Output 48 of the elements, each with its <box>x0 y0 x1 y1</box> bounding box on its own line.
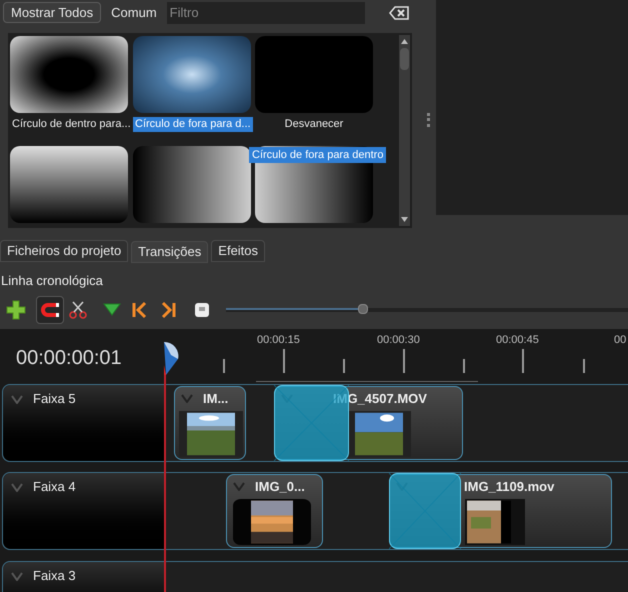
collapse-icon[interactable] <box>11 483 23 492</box>
ruler-label: 00 <box>614 333 626 348</box>
clip[interactable]: IM... <box>174 386 246 460</box>
collapse-icon[interactable] <box>11 572 23 581</box>
collapse-icon[interactable] <box>11 395 23 404</box>
transition-thumbnail[interactable] <box>10 36 128 113</box>
center-playhead-icon[interactable] <box>192 300 212 320</box>
tooltip: Círculo de fora para dentro <box>249 147 386 163</box>
track-name: Faixa 5 <box>33 390 76 408</box>
filter-field[interactable]: Filtro <box>166 2 365 24</box>
resize-handle[interactable] <box>426 113 430 127</box>
magnet-icon <box>40 303 60 317</box>
scroll-up-icon[interactable] <box>401 39 408 44</box>
snap-button[interactable] <box>36 296 64 324</box>
scroll-down-icon[interactable] <box>401 217 408 222</box>
transition-block[interactable] <box>389 473 461 549</box>
transition-label[interactable]: Círculo de dentro para... <box>10 117 133 132</box>
clip-name: IMG_0... <box>255 478 305 496</box>
timecode: 00:00:00:01 <box>16 346 122 371</box>
ruler-label: 00:00:45 <box>496 333 539 348</box>
playhead-icon[interactable] <box>163 341 179 377</box>
tab[interactable]: Transições <box>131 241 208 263</box>
tab[interactable]: Efeitos <box>211 240 266 262</box>
transition-label[interactable]: Desvanecer <box>282 117 346 132</box>
clip-menu-icon[interactable] <box>233 482 245 491</box>
track-name: Faixa 4 <box>33 478 76 496</box>
scrollbar[interactable] <box>399 35 410 226</box>
tab[interactable]: Ficheiros do projeto <box>0 240 128 262</box>
clip-menu-icon[interactable] <box>181 394 193 403</box>
clip-name: IMG_1109.mov <box>464 478 554 496</box>
transition-thumbnail[interactable] <box>10 146 128 223</box>
filter-button[interactable]: Comum <box>107 2 161 23</box>
scissors-icon[interactable] <box>68 300 88 320</box>
clip[interactable]: IMG_0... <box>226 474 323 548</box>
transition-thumbnail[interactable] <box>133 146 251 223</box>
transition-thumbnail[interactable] <box>133 36 251 113</box>
transition-label[interactable]: Círculo de fora para d... <box>133 117 253 132</box>
scroll-thumb[interactable] <box>400 48 409 70</box>
ruler-label: 00:00:30 <box>377 333 420 348</box>
transition-thumbnail[interactable] <box>255 36 373 113</box>
ruler-label: 00:00:15 <box>257 333 300 348</box>
panel-title: Linha cronológica <box>0 272 104 290</box>
clear-icon[interactable] <box>388 6 409 20</box>
add-track-icon[interactable] <box>6 300 26 320</box>
clip-name: IM... <box>203 390 228 408</box>
filter-button[interactable]: Mostrar Todos <box>3 2 102 23</box>
slider-thumb[interactable] <box>358 304 368 314</box>
track-name: Faixa 3 <box>33 567 76 585</box>
